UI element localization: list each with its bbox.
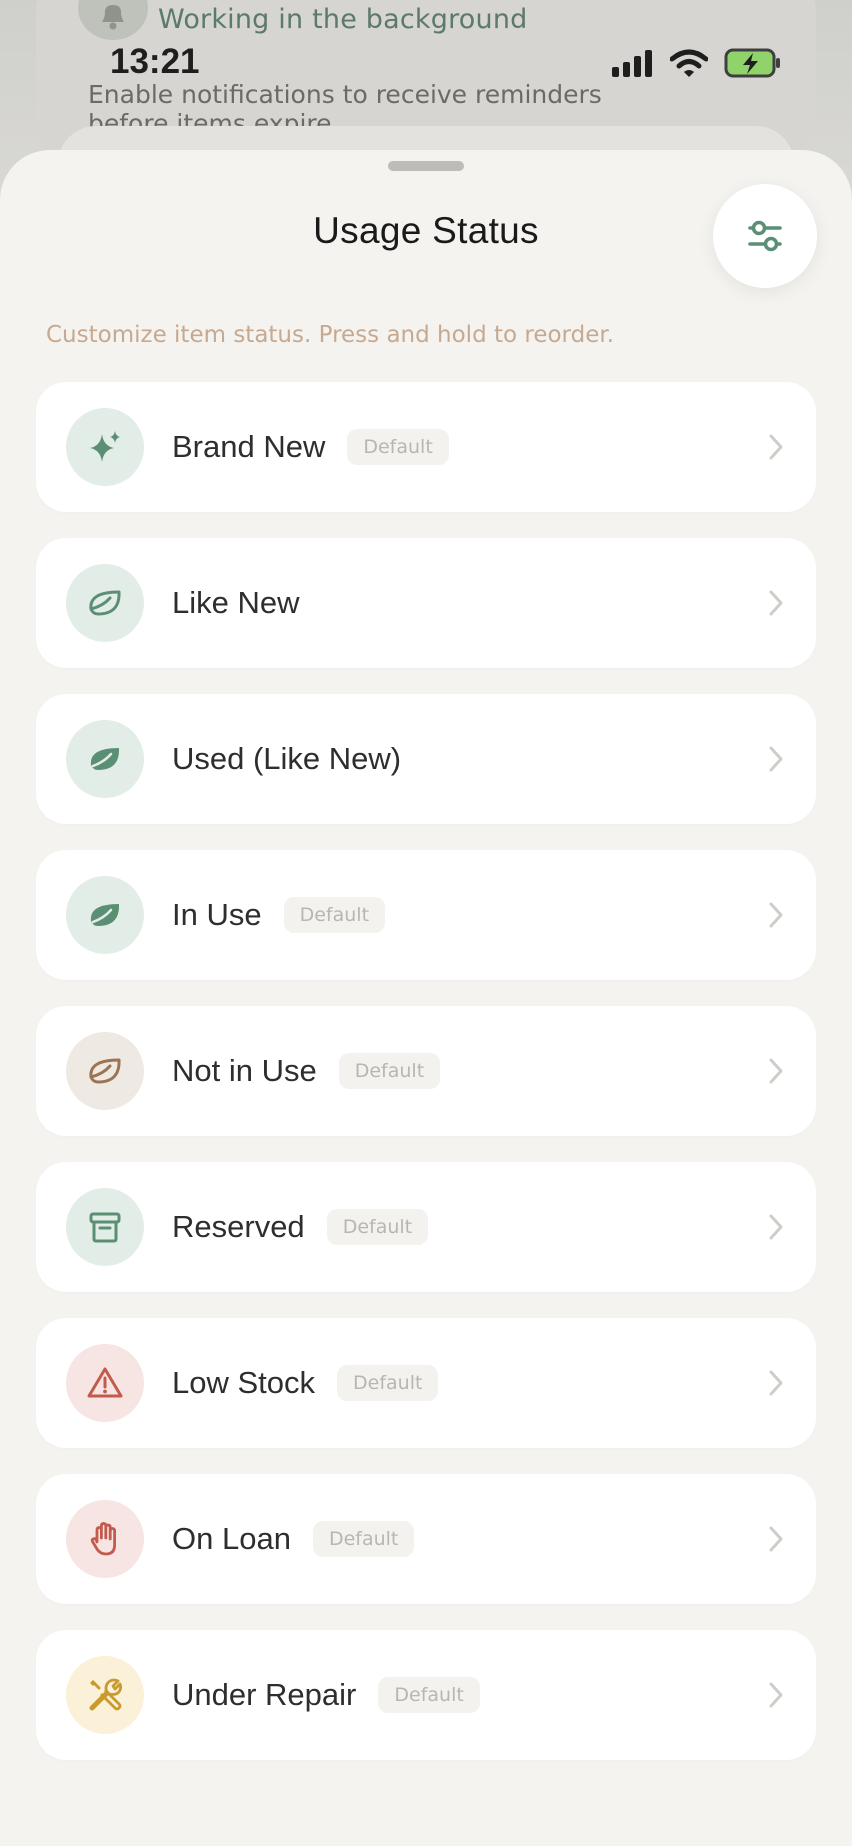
cellular-signal-icon [612,50,652,77]
status-row-not-in-use[interactable]: Not in Use Default [36,1006,816,1136]
leaf-filled-icon [66,876,144,954]
chevron-right-icon [769,590,783,616]
chevron-right-icon [769,902,783,928]
chevron-right-icon [769,434,783,460]
sheet-subtitle: Customize item status. Press and hold to… [46,322,615,348]
default-badge: Default [338,1053,441,1089]
status-row-like-new[interactable]: Like New [36,538,816,668]
default-badge: Default [326,1209,429,1245]
status-label: Used (Like New) [172,741,402,776]
status-label: Like New [172,585,300,620]
leaf-filled-icon [66,720,144,798]
status-row-in-use[interactable]: In Use Default [36,850,816,980]
status-icons [612,48,782,78]
chevron-right-icon [769,746,783,772]
notification-title: Working in the background [158,4,528,35]
tools-icon [66,1656,144,1734]
status-label: Not in Use [172,1053,317,1088]
chevron-right-icon [769,1682,783,1708]
archive-box-icon [66,1188,144,1266]
status-time: 13:21 [110,42,200,81]
status-label: On Loan [172,1521,291,1556]
warning-triangle-icon [66,1344,144,1422]
default-badge: Default [378,1677,480,1713]
leaf-outline-icon [66,1032,144,1110]
status-row-under-repair[interactable]: Under Repair Default [36,1630,816,1760]
status-label: Low Stock [172,1365,316,1400]
status-list: Brand New Default Like New Used (Like Ne… [36,382,816,1786]
status-label: In Use [172,897,262,932]
sheet-grabber[interactable] [388,161,464,171]
chevron-right-icon [769,1526,783,1552]
default-badge: Default [312,1521,415,1557]
battery-charging-icon [724,48,780,78]
chevron-right-icon [769,1058,783,1084]
chevron-right-icon [769,1370,783,1396]
sliders-icon [748,220,782,252]
wifi-icon [670,49,708,77]
filter-settings-button[interactable] [713,184,817,288]
status-label: Under Repair [172,1677,357,1712]
status-label: Brand New [172,429,326,464]
status-row-reserved[interactable]: Reserved Default [36,1162,816,1292]
chevron-right-icon [769,1214,783,1240]
status-row-brand-new[interactable]: Brand New Default [36,382,816,512]
status-row-used-like-new[interactable]: Used (Like New) [36,694,816,824]
default-badge: Default [337,1365,439,1401]
status-row-on-loan[interactable]: On Loan Default [36,1474,816,1604]
default-badge: Default [283,897,386,933]
status-row-low-stock[interactable]: Low Stock Default [36,1318,816,1448]
leaf-outline-icon [66,564,144,642]
status-label: Reserved [172,1209,305,1244]
hand-icon [66,1500,144,1578]
sparkle-icon [66,408,144,486]
usage-status-sheet: Usage Status Customize item status. Pres… [0,150,852,1846]
default-badge: Default [347,429,449,465]
